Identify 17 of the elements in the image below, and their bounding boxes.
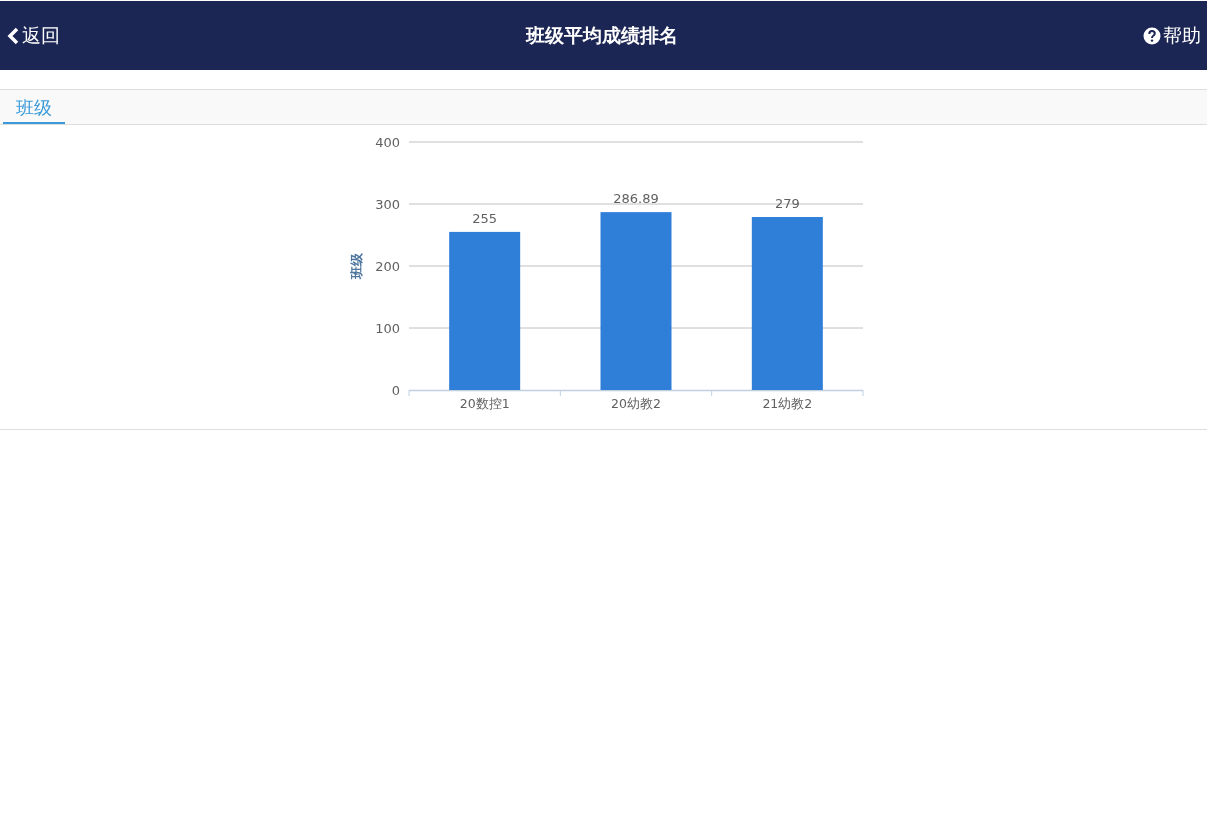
y-axis-title: 班级 bbox=[348, 253, 364, 279]
bar-value-label: 255 bbox=[471, 210, 497, 226]
y-tick-label: 400 bbox=[374, 134, 400, 150]
back-button[interactable]: 返回 bbox=[6, 22, 60, 49]
page-title: 班级平均成绩排名 bbox=[525, 22, 678, 48]
chevron-left-icon bbox=[6, 26, 20, 45]
bar-value-label: 279 bbox=[774, 196, 800, 211]
help-icon bbox=[1143, 26, 1161, 45]
x-tick-label: 21幼教2 bbox=[761, 396, 812, 411]
bar-value-label: 286.89 bbox=[612, 191, 659, 207]
help-button[interactable]: 帮助 bbox=[1143, 22, 1201, 49]
y-tick-label: 0 bbox=[391, 382, 400, 398]
y-tick-label: 100 bbox=[374, 320, 400, 336]
x-tick-label: 20数控1 bbox=[459, 396, 510, 411]
y-tick-label: 300 bbox=[374, 196, 400, 212]
x-tick-label: 20幼教2 bbox=[610, 396, 661, 411]
y-tick-label: 200 bbox=[374, 258, 400, 274]
